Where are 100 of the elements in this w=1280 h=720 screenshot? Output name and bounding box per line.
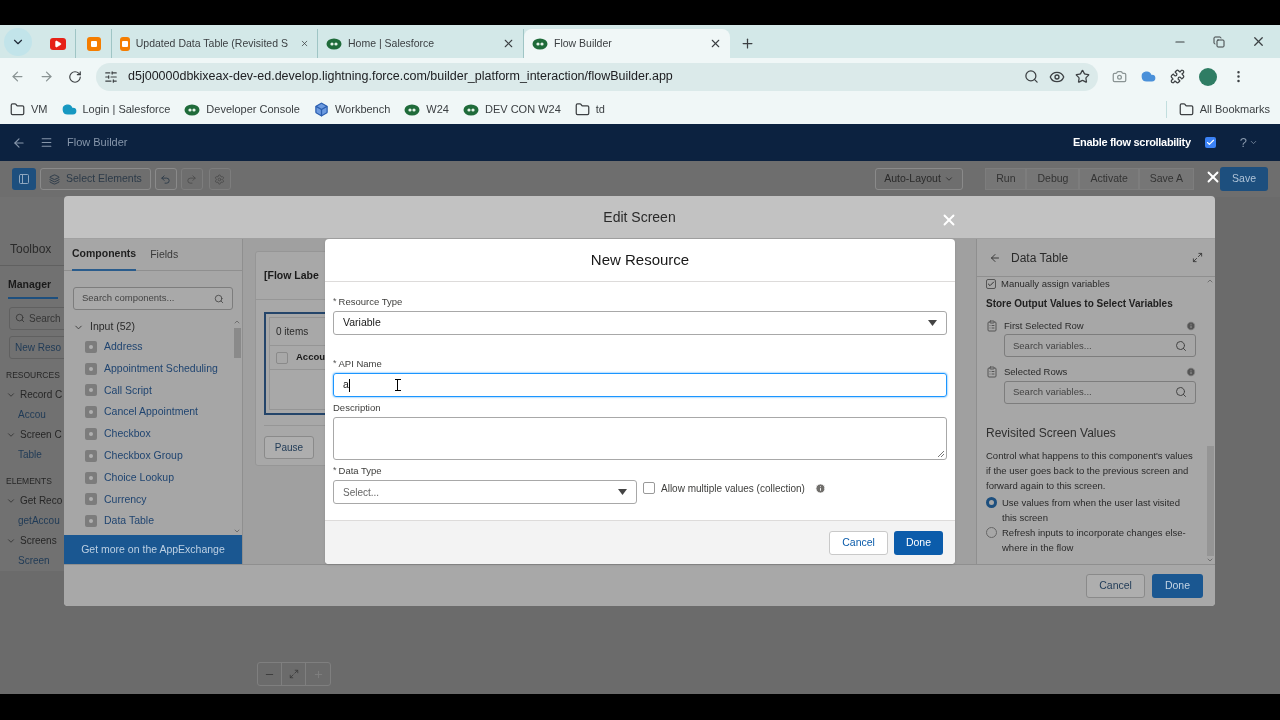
avatar-icon[interactable] xyxy=(1199,67,1217,86)
component-item[interactable]: Appointment Scheduling xyxy=(104,360,218,377)
bookmark[interactable]: W24 xyxy=(426,101,449,118)
checkbox[interactable] xyxy=(643,482,655,494)
scroll-thumb[interactable] xyxy=(1206,446,1214,556)
component-item[interactable]: Address xyxy=(104,339,143,355)
api-name-field[interactable]: a xyxy=(333,373,947,397)
all-bookmarks[interactable]: All Bookmarks xyxy=(1199,101,1270,118)
info-icon[interactable] xyxy=(1186,367,1196,378)
scroll-down-icon[interactable] xyxy=(1206,556,1214,564)
zoom-icon[interactable] xyxy=(1024,69,1039,84)
component-item[interactable]: Cancel Appointment xyxy=(104,404,198,421)
info-icon[interactable] xyxy=(1186,321,1196,332)
required-mark: * xyxy=(333,357,337,371)
radio-button[interactable] xyxy=(986,496,997,508)
select-elements-button[interactable]: Select Elements xyxy=(40,168,151,190)
checkbox[interactable] xyxy=(986,279,996,289)
done-button[interactable]: Done xyxy=(1151,573,1203,598)
bookmark[interactable]: Developer Console xyxy=(206,101,300,118)
chevron-icon xyxy=(944,174,955,184)
browser-tab[interactable]: Flow Builder xyxy=(524,29,730,58)
scroll-up-icon[interactable] xyxy=(233,318,241,326)
reload-icon[interactable] xyxy=(68,69,82,84)
component-icon xyxy=(85,406,97,419)
back-icon[interactable] xyxy=(989,251,1001,264)
component-item[interactable]: Call Script xyxy=(104,382,152,399)
component-icon xyxy=(85,471,97,484)
undo-button[interactable] xyxy=(154,168,177,190)
cancel-button[interactable]: Cancel xyxy=(1086,573,1145,598)
component-item[interactable]: Choice Lookup xyxy=(104,469,175,486)
cancel-button[interactable]: Cancel xyxy=(829,530,888,555)
scroll-down-icon[interactable] xyxy=(233,527,241,535)
section-heading: Revisited Screen Values xyxy=(986,424,1117,442)
component-item[interactable]: Checkbox xyxy=(104,426,151,442)
chevron-icon[interactable] xyxy=(1249,138,1258,147)
palette-tab[interactable]: Components xyxy=(72,239,137,271)
tree-item[interactable]: Screen xyxy=(18,553,50,569)
close-icon[interactable] xyxy=(1251,34,1266,49)
close-icon[interactable] xyxy=(709,37,722,50)
appexchange-button[interactable]: Get more on the AppExchange xyxy=(64,535,242,564)
address-bar[interactable]: d5j00000dbkixeax-dev-ed.develop.lightning.force.com/builder_platform_interaction/flowBuilder.app xyxy=(96,62,1098,91)
close-icon[interactable] xyxy=(502,37,515,50)
new-tab-icon[interactable] xyxy=(740,36,755,51)
tree-item[interactable]: getAccou xyxy=(18,513,60,529)
component-item[interactable]: Checkbox Group xyxy=(104,448,183,464)
tree-item[interactable]: Screens xyxy=(20,533,57,549)
help-menu[interactable]: ? xyxy=(1239,132,1247,153)
component-icon xyxy=(85,493,97,506)
camera-icon[interactable] xyxy=(1112,69,1127,84)
settings-button[interactable] xyxy=(208,168,231,190)
tree-item[interactable]: Accou xyxy=(18,407,46,423)
scroll-up-icon[interactable] xyxy=(1206,277,1214,285)
sidebar-icon xyxy=(18,173,30,185)
component-item[interactable]: Currency xyxy=(104,491,147,508)
done-button[interactable]: Done xyxy=(893,530,943,555)
extensions-icon[interactable] xyxy=(1170,69,1185,84)
resource-type-select[interactable]: Variable xyxy=(333,311,947,335)
scroll-checkbox[interactable] xyxy=(1204,137,1216,148)
flow-label: [Flow Labe xyxy=(264,267,319,283)
tree-item[interactable]: Record C xyxy=(20,387,63,403)
expand-icon[interactable] xyxy=(1192,252,1203,263)
tree-item[interactable]: Table xyxy=(18,447,42,463)
tree-item[interactable]: Screen C xyxy=(20,427,62,443)
folder-icon xyxy=(10,102,25,117)
data-type-select[interactable]: Select... xyxy=(333,480,637,504)
search-icon xyxy=(214,293,224,304)
forward-icon[interactable] xyxy=(39,69,54,84)
group-heading[interactable]: Input (52) xyxy=(90,319,135,335)
bookmark[interactable]: VM xyxy=(31,101,48,118)
search-field[interactable]: Search variables... xyxy=(1004,380,1196,404)
tab-title: Updated Data Table (Revisited S xyxy=(135,35,288,51)
redo-button[interactable] xyxy=(180,168,203,190)
toolbox-toggle[interactable] xyxy=(12,168,36,190)
bookmark-star-icon[interactable] xyxy=(1075,69,1090,84)
folder-icon xyxy=(1178,102,1194,117)
bookmark[interactable]: td xyxy=(595,101,605,118)
description-field[interactable] xyxy=(333,417,947,460)
undo-icon xyxy=(160,173,172,185)
palette-tab[interactable]: Fields xyxy=(150,239,179,271)
tab-title: Home | Salesforce xyxy=(348,35,435,51)
search-field[interactable]: Search components... xyxy=(73,287,233,310)
scroll-thumb[interactable] xyxy=(233,328,241,358)
row-checkbox[interactable] xyxy=(276,351,288,364)
component-item[interactable]: Data Table xyxy=(104,513,154,530)
site-settings-icon[interactable] xyxy=(104,69,118,84)
panel-title: Data Table xyxy=(1011,249,1070,267)
back-icon[interactable] xyxy=(10,69,25,84)
back-icon[interactable] xyxy=(12,135,26,150)
pause-button[interactable]: Pause xyxy=(264,436,314,459)
manager-tab[interactable]: Manager xyxy=(8,277,58,299)
page-icon xyxy=(86,36,101,51)
bookmark[interactable]: Workbench xyxy=(334,101,391,118)
tab-list-button[interactable] xyxy=(4,27,32,56)
bookmark[interactable]: Login | Salesforce xyxy=(82,101,171,118)
bookmark[interactable]: DEV CON W24 xyxy=(485,101,561,118)
layout-dropdown[interactable]: Auto-Layout xyxy=(875,168,964,190)
save-button[interactable]: Save xyxy=(1220,167,1268,191)
search-field[interactable]: Search variables... xyxy=(1004,334,1196,358)
restore-icon[interactable] xyxy=(1213,35,1225,48)
tree-item[interactable]: Get Reco xyxy=(20,493,63,509)
